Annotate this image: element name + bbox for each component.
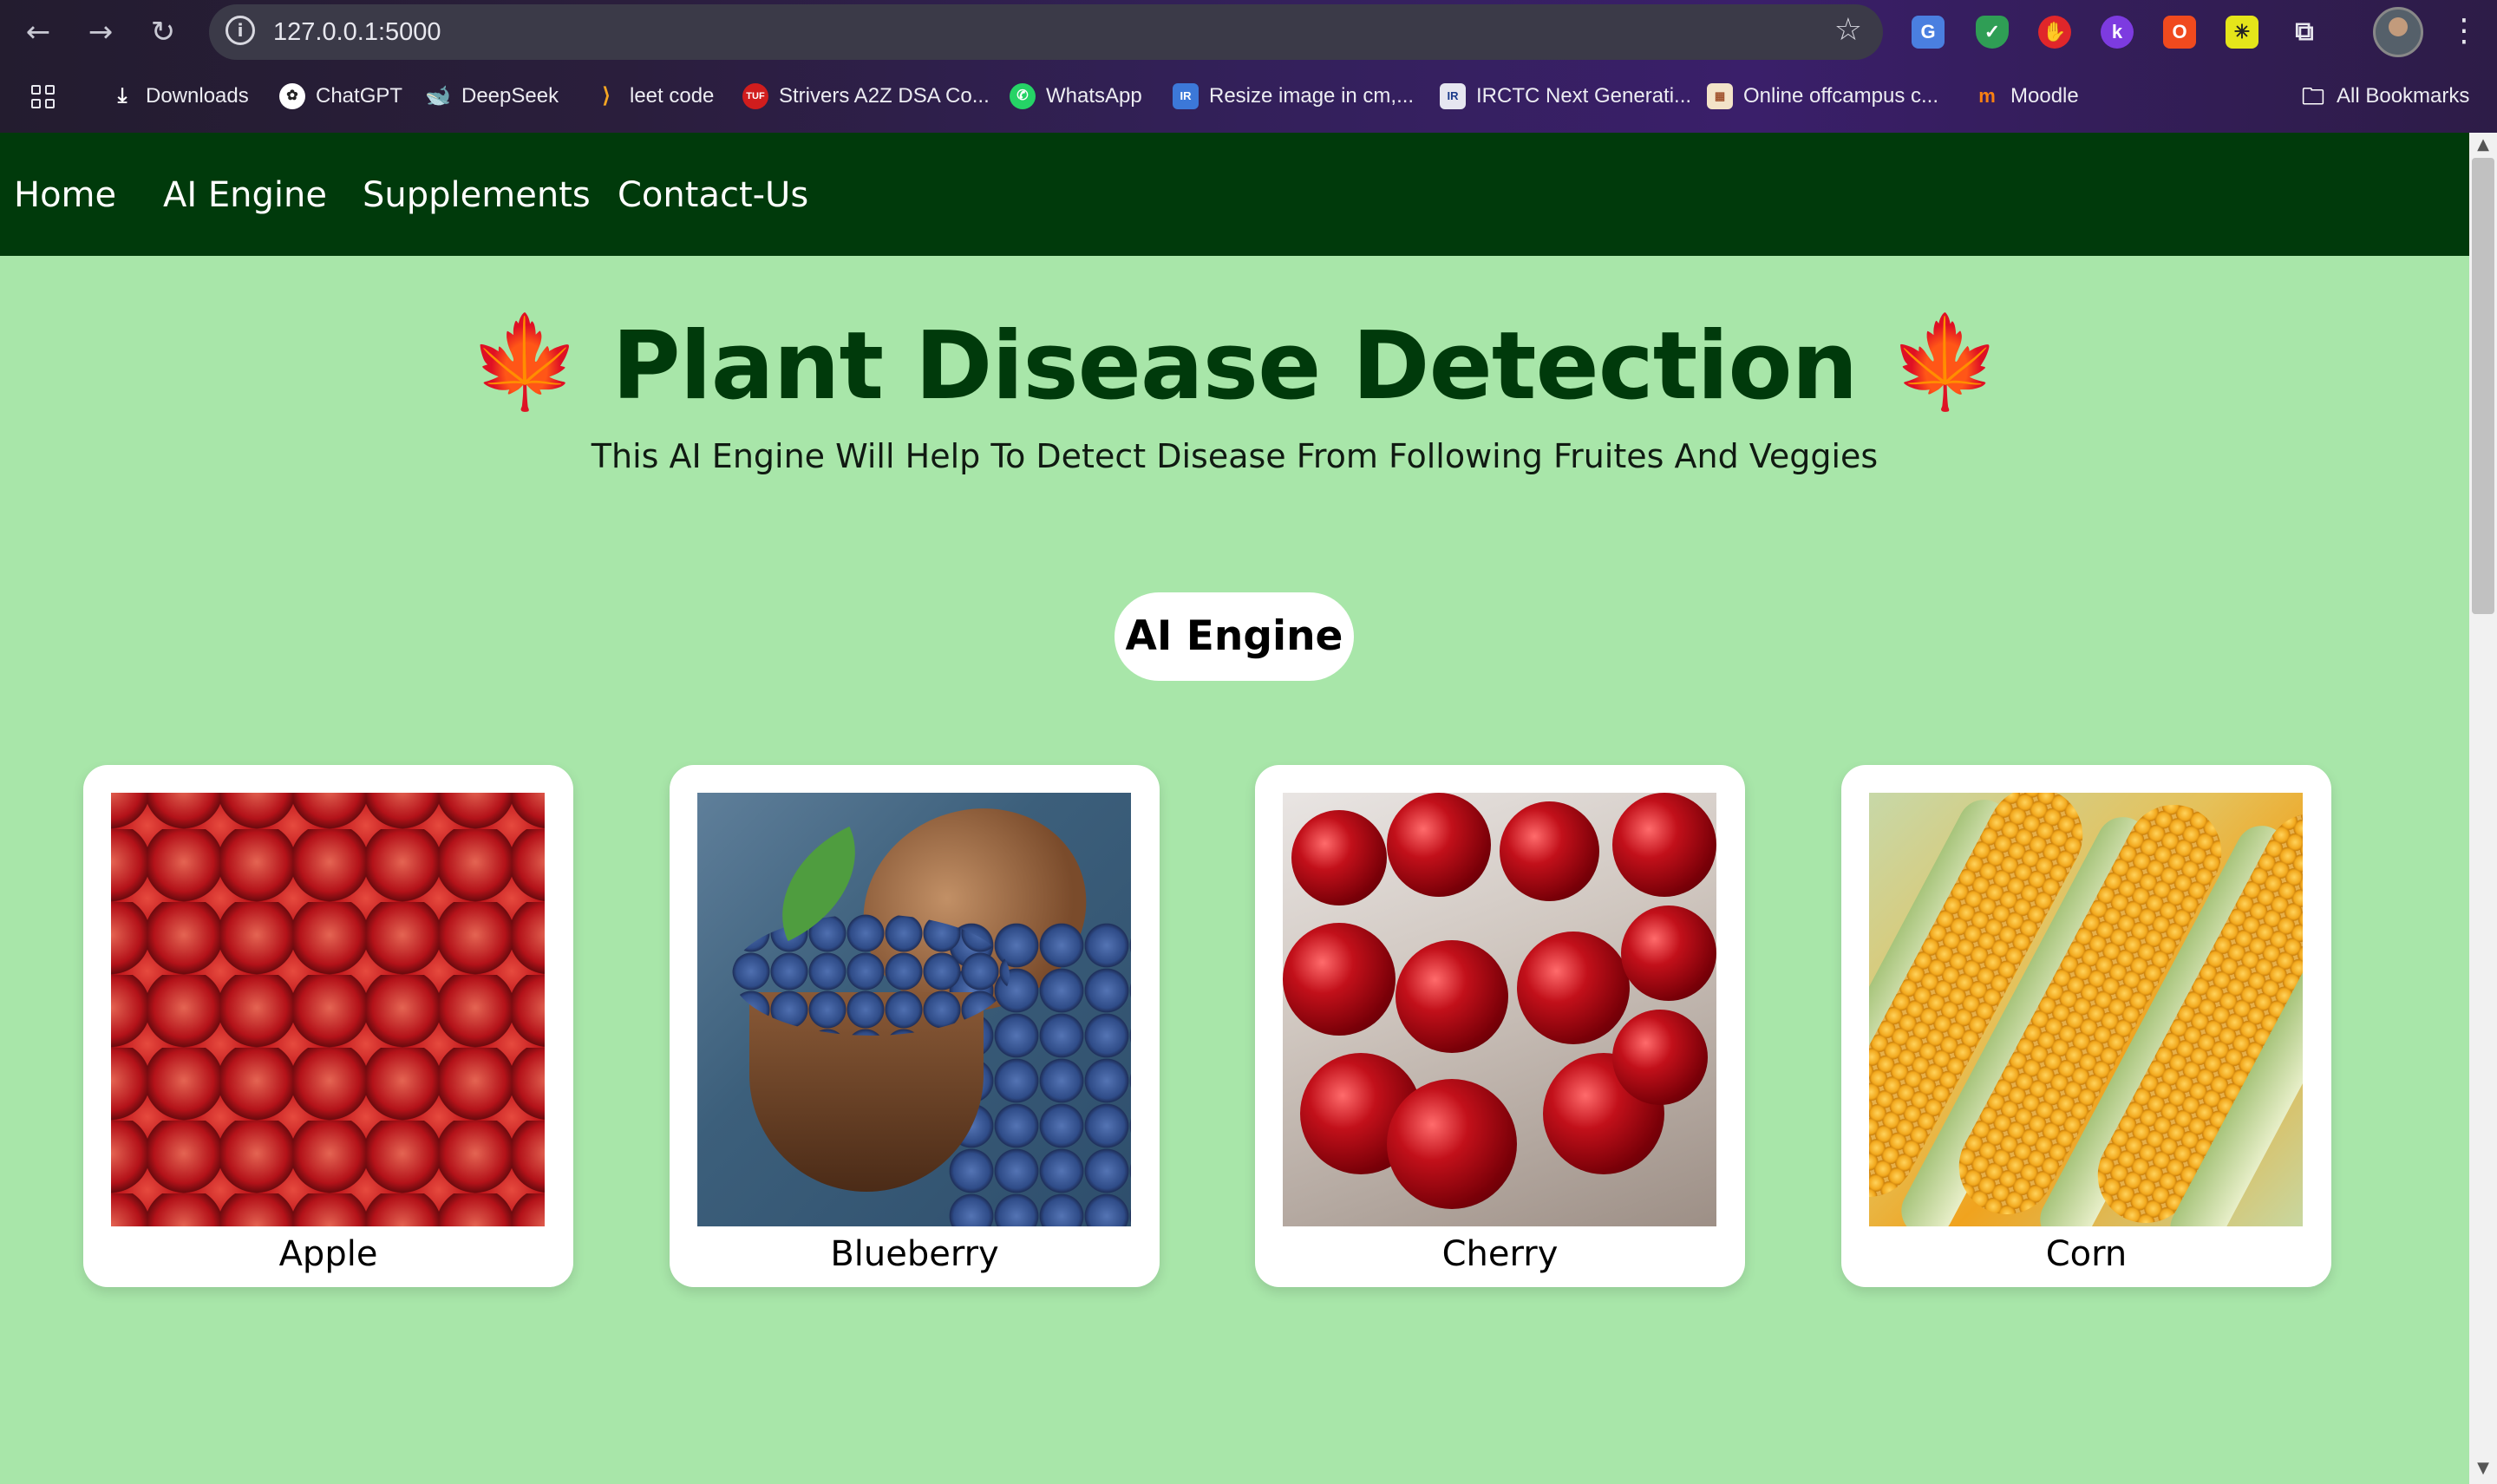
url-text[interactable]: 127.0.0.1:5000 xyxy=(273,16,441,48)
download-icon: ⤓ xyxy=(117,84,127,108)
page-subtitle: This AI Engine Will Help To Detect Disea… xyxy=(591,437,1879,475)
bookmark-label: Moodle xyxy=(2010,84,2079,108)
extensions-puzzle-icon[interactable]: ⧉ xyxy=(2288,16,2321,49)
shield-extension-icon[interactable]: ✓ xyxy=(1976,16,2009,49)
bookmark-label: Strivers A2Z DSA Co... xyxy=(779,84,990,108)
k-extension-icon[interactable]: k xyxy=(2101,16,2134,49)
bookmark-resize-image[interactable]: IR Resize image in cm,... xyxy=(1173,75,1414,118)
bookmark-moodle[interactable]: m Moodle xyxy=(1974,75,2079,118)
irctc-icon: IR xyxy=(1440,83,1466,109)
profile-avatar[interactable] xyxy=(2373,7,2423,57)
bookmark-strivers[interactable]: TUF Strivers A2Z DSA Co... xyxy=(742,75,990,118)
leetcode-icon: ⟩ xyxy=(602,84,611,108)
bookmark-deepseek[interactable]: 🐋 DeepSeek xyxy=(425,75,559,118)
ai-engine-button[interactable]: AI Engine xyxy=(1114,592,1354,681)
maple-leaf-icon: 🍁 xyxy=(468,309,580,415)
bookmark-star-icon[interactable]: ☆ xyxy=(1834,13,1862,48)
bookmark-label: ChatGPT xyxy=(316,84,403,108)
site-navbar: Home AI Engine Supplements Contact-Us xyxy=(0,133,2469,256)
all-bookmarks[interactable]: 🗀 All Bookmarks xyxy=(2300,75,2469,118)
crop-card-apple[interactable]: Apple xyxy=(83,765,573,1287)
scroll-down-arrow-icon[interactable]: ▼ xyxy=(2474,1459,2493,1477)
page-title-text: Plant Disease Detection xyxy=(611,312,1859,421)
bookmarks-bar: ⤓ Downloads ✿ ChatGPT 🐋 DeepSeek ⟩ leet code… xyxy=(0,75,2497,118)
address-bar[interactable]: i 127.0.0.1:5000 ☆ xyxy=(209,4,1883,60)
nav-link-ai-engine[interactable]: AI Engine xyxy=(163,174,327,216)
google-translate-icon[interactable]: G xyxy=(1912,16,1945,49)
whatsapp-icon: ✆ xyxy=(1010,83,1036,109)
offcampus-icon: ▦ xyxy=(1707,83,1733,109)
back-arrow-icon[interactable]: ← xyxy=(21,15,56,49)
bookmark-leetcode[interactable]: ⟩ leet code xyxy=(593,75,714,118)
crop-card-blueberry[interactable]: Blueberry xyxy=(670,765,1160,1287)
bookmark-chatgpt[interactable]: ✿ ChatGPT xyxy=(279,75,402,118)
crop-card-label: Cherry xyxy=(1441,1234,1559,1274)
apple-image xyxy=(111,793,545,1226)
forward-arrow-icon[interactable]: → xyxy=(83,15,118,49)
reload-icon[interactable]: ↻ xyxy=(146,15,180,49)
resize-icon: IR xyxy=(1173,83,1199,109)
bookmark-offcampus[interactable]: ▦ Online offcampus c... xyxy=(1707,75,1938,118)
nav-link-home[interactable]: Home xyxy=(14,174,116,216)
page-title: 🍁 Plant Disease Detection 🍁 xyxy=(0,305,2469,423)
scrollbar-thumb[interactable] xyxy=(2472,158,2494,614)
scroll-up-arrow-icon[interactable]: ▲ xyxy=(2474,135,2493,154)
sparkle-extension-icon[interactable]: ✳ xyxy=(2226,16,2258,49)
nav-link-contact-us[interactable]: Contact-Us xyxy=(618,174,808,216)
bookmark-whatsapp[interactable]: ✆ WhatsApp xyxy=(1010,75,1142,118)
tuf-icon: TUF xyxy=(742,83,768,109)
moodle-icon: m xyxy=(1978,85,1996,107)
bookmark-label: IRCTC Next Generati... xyxy=(1476,84,1692,108)
corn-image xyxy=(1869,793,2303,1226)
stop-extension-icon[interactable]: ✋ xyxy=(2038,16,2071,49)
deepseek-icon: 🐋 xyxy=(425,84,451,108)
crop-card-cherry[interactable]: Cherry xyxy=(1255,765,1745,1287)
browser-menu-icon[interactable]: ⋮ xyxy=(2448,12,2480,50)
cherry-image xyxy=(1283,793,1716,1226)
nav-link-supplements[interactable]: Supplements xyxy=(363,174,591,216)
bookmark-label: Resize image in cm,... xyxy=(1209,84,1415,108)
crop-card-label: Corn xyxy=(2045,1234,2128,1274)
bookmark-label: Downloads xyxy=(146,84,249,108)
o-extension-icon[interactable]: O xyxy=(2163,16,2196,49)
bookmark-label: leet code xyxy=(630,84,715,108)
folder-icon: 🗀 xyxy=(2301,83,2324,109)
crop-card-label: Blueberry xyxy=(830,1234,999,1274)
bookmark-label: DeepSeek xyxy=(461,84,559,108)
bookmark-label: WhatsApp xyxy=(1046,84,1142,108)
bookmark-label: Online offcampus c... xyxy=(1743,84,1938,108)
crop-card-corn[interactable]: Corn xyxy=(1841,765,2331,1287)
site-info-icon[interactable]: i xyxy=(226,16,255,45)
crop-card-label: Apple xyxy=(278,1234,378,1274)
bookmark-irctc[interactable]: IR IRCTC Next Generati... xyxy=(1440,75,1691,118)
maple-leaf-icon: 🍁 xyxy=(1889,309,2001,415)
all-bookmarks-label: All Bookmarks xyxy=(2337,84,2470,108)
chatgpt-icon: ✿ xyxy=(279,83,305,109)
blueberry-image xyxy=(697,793,1131,1226)
browser-chrome: ← → ↻ i 127.0.0.1:5000 ☆ G ✓ ✋ k O ✳ ⧉ ⋮… xyxy=(0,0,2497,133)
bookmark-downloads[interactable]: ⤓ Downloads xyxy=(109,75,249,118)
